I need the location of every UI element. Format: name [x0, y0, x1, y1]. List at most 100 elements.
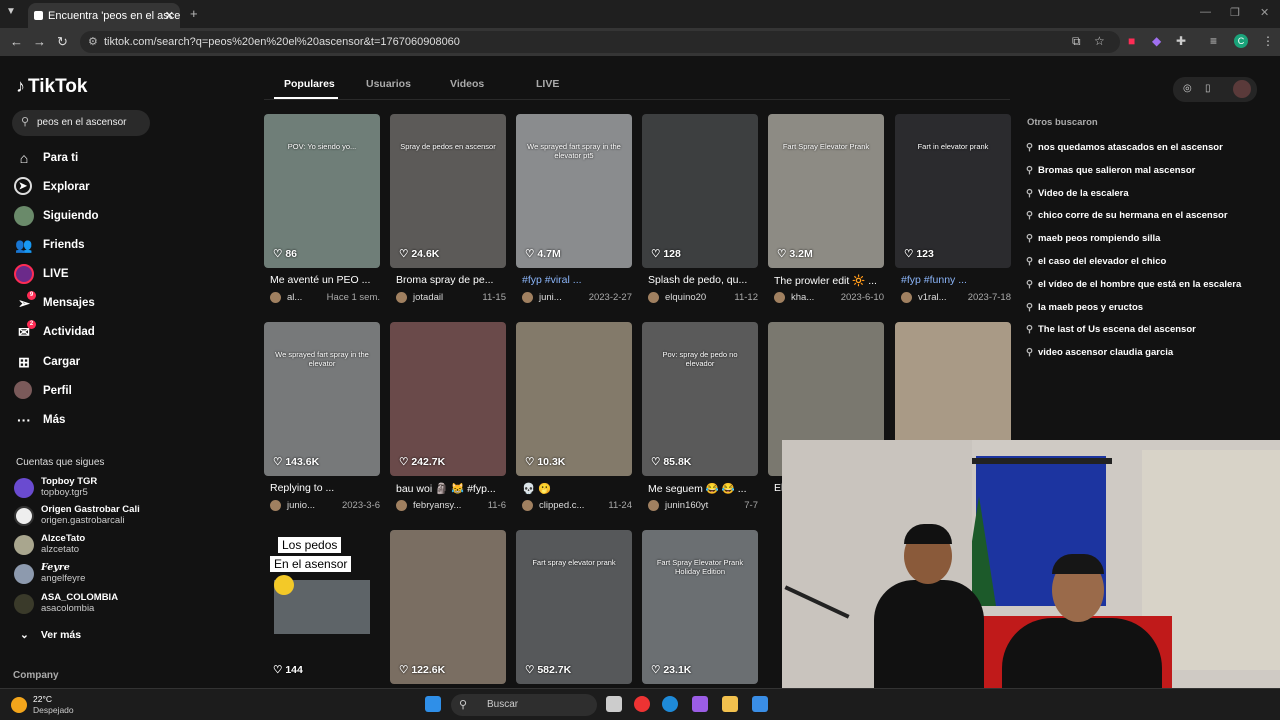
taskbar-search-input[interactable]: ⚲ Buscar	[451, 694, 597, 716]
video-caption[interactable]: #fyp #viral ...	[522, 274, 632, 286]
video-thumbnail[interactable]: ♡ 10.3K	[516, 322, 632, 476]
video-author[interactable]: junin160yt	[665, 500, 708, 511]
nav-item-live[interactable]: LIVE	[14, 264, 154, 286]
related-search-item[interactable]: ⚲ Bromas que salieron mal ascensor	[1026, 165, 1195, 176]
following-account[interactable]: Origen Gastrobar Cali origen.gastrobarcal…	[14, 504, 160, 528]
avatar[interactable]	[648, 500, 659, 511]
nav-item-actividad[interactable]: ✉ 2 Actividad	[14, 320, 154, 344]
video-thumbnail[interactable]: ♡ 242.7K	[390, 322, 506, 476]
video-author[interactable]: clipped.c...	[539, 500, 584, 511]
file-explorer-icon[interactable]	[722, 696, 738, 712]
video-author[interactable]: kha...	[791, 292, 814, 303]
back-icon[interactable]: ←	[10, 34, 23, 49]
minimize-icon[interactable]: —	[1200, 6, 1211, 18]
tab-search-icon[interactable]: ▼	[6, 6, 16, 17]
tab-live[interactable]: LIVE	[536, 78, 559, 90]
edge-taskbar-icon[interactable]	[662, 696, 678, 712]
video-author[interactable]: juni...	[539, 292, 562, 303]
avatar[interactable]	[648, 292, 659, 303]
nav-item-siguiendo[interactable]: Siguiendo	[14, 206, 154, 228]
video-thumbnail[interactable]: Pov: spray de pedo no elevador ♡ 85.8K	[642, 322, 758, 476]
video-thumbnail[interactable]: Spray de pedos en ascensor ♡ 24.6K	[390, 114, 506, 268]
extension-icon[interactable]: ◆	[1152, 34, 1161, 48]
coins-icon[interactable]: ◎	[1183, 83, 1192, 94]
nav-item-para-ti[interactable]: ⌂ Para ti	[14, 148, 154, 170]
video-thumbnail[interactable]: POV: Yo siendo yo... ♡ 86	[264, 114, 380, 268]
close-window-icon[interactable]: ✕	[1260, 6, 1269, 19]
related-search-item[interactable]: ⚲ Video de la escalera	[1026, 188, 1129, 199]
tab-videos[interactable]: Videos	[450, 78, 484, 90]
avatar[interactable]	[396, 292, 407, 303]
video-author[interactable]: al...	[287, 292, 302, 303]
video-author[interactable]: febryansy...	[413, 500, 461, 511]
new-tab-icon[interactable]: +	[190, 6, 198, 21]
video-thumbnail[interactable]: Fart Spray Elevator Prank Holiday Editio…	[642, 530, 758, 684]
avatar[interactable]	[522, 500, 533, 511]
video-author[interactable]: junio...	[287, 500, 315, 511]
browser-tab[interactable]: Encuentra 'peos en el ascensor' ✕	[28, 3, 180, 28]
bookmark-star-icon[interactable]: ☆	[1094, 34, 1105, 48]
related-search-item[interactable]: ⚲ maeb peos rompiendo silla	[1026, 233, 1160, 244]
avatar[interactable]	[270, 292, 281, 303]
video-author[interactable]: elquino20	[665, 292, 706, 303]
avatar[interactable]	[774, 292, 785, 303]
video-caption[interactable]: Broma spray de pe...	[396, 274, 506, 286]
video-thumbnail[interactable]: ♡ 128	[642, 114, 758, 268]
nav-item-explorar[interactable]: ➤ Explorar	[14, 177, 154, 199]
following-account[interactable]: Topboy TGR topboy.tgr5	[14, 476, 160, 500]
chrome-menu-icon[interactable]: ⋮	[1262, 34, 1274, 48]
company-link[interactable]: Company	[13, 670, 59, 681]
profile-avatar[interactable]	[1233, 80, 1251, 98]
address-bar[interactable]: ⚙ tiktok.com/search?q=peos%20en%20el%20a…	[80, 31, 1120, 53]
extension-icon[interactable]: ■	[1128, 34, 1135, 48]
reload-icon[interactable]: ↻	[57, 34, 68, 50]
related-search-item[interactable]: ⚲ chico corre de su hermana en el ascenso…	[1026, 210, 1228, 221]
chrome-profile-avatar[interactable]: C	[1234, 34, 1248, 48]
site-info-icon[interactable]: ⚙	[88, 35, 98, 48]
video-caption[interactable]: Me seguem 😂 😂 ...	[648, 482, 758, 495]
avatar[interactable]	[396, 500, 407, 511]
windows-start-icon[interactable]	[425, 696, 441, 712]
nav-item-mas[interactable]: ··· Más	[14, 410, 154, 432]
install-app-icon[interactable]: ⧉	[1072, 34, 1081, 49]
copilot-taskbar-icon[interactable]	[692, 696, 708, 712]
following-account[interactable]: Feyre angelfeyre	[14, 562, 160, 586]
task-view-icon[interactable]	[606, 696, 622, 712]
video-caption[interactable]: The prowler edit 🔆 ...	[774, 274, 884, 287]
related-search-item[interactable]: ⚲ la maeb peos y eructos	[1026, 302, 1143, 313]
weather-temperature[interactable]: 22°C	[33, 694, 52, 704]
video-author[interactable]: jotadail	[413, 292, 443, 303]
nav-item-mensajes[interactable]: ➢ 9 Mensajes	[14, 291, 154, 315]
related-search-item[interactable]: ⚲ The last of Us escena del ascensor	[1026, 324, 1196, 335]
video-thumbnail[interactable]: Fart spray elevator prank ♡ 582.7K	[516, 530, 632, 684]
video-caption[interactable]: #fyp #funny ...	[901, 274, 1011, 286]
store-taskbar-icon[interactable]	[752, 696, 768, 712]
related-search-item[interactable]: ⚲ el vídeo de el hombre que está en la es…	[1026, 279, 1241, 290]
maximize-icon[interactable]: ❐	[1230, 6, 1240, 19]
extensions-puzzle-icon[interactable]: ✚	[1176, 34, 1186, 48]
avatar[interactable]	[901, 292, 912, 303]
avatar[interactable]	[522, 292, 533, 303]
tab-list-icon[interactable]: ≡	[1210, 34, 1217, 48]
see-more-button[interactable]: ⌄ Ver más	[20, 629, 81, 641]
video-caption[interactable]: Splash de pedo, qu...	[648, 274, 758, 286]
nav-item-cargar[interactable]: ⊞ Cargar	[14, 352, 154, 374]
search-input[interactable]: ⚲ peos en el ascensor	[12, 110, 150, 136]
tab-usuarios[interactable]: Usuarios	[366, 78, 411, 90]
related-search-item[interactable]: ⚲ el caso del elevador el chico	[1026, 256, 1166, 267]
video-author[interactable]: v1ral...	[918, 292, 947, 303]
tab-populares[interactable]: Populares	[284, 78, 335, 90]
video-caption[interactable]: Replying to ...	[270, 482, 380, 494]
chrome-taskbar-icon[interactable]	[634, 696, 650, 712]
tiktok-logo[interactable]: ♪ TikTok	[16, 76, 87, 98]
following-account[interactable]: ASA_COLOMBIA asacolombia	[14, 592, 160, 616]
video-caption[interactable]: bau woi 🗿 😹 #fyp...	[396, 482, 506, 495]
video-caption[interactable]: 💀 🫢	[522, 482, 632, 495]
video-thumbnail[interactable]: We sprayed fart spray in the elevator pt…	[516, 114, 632, 268]
video-caption[interactable]: Me aventé un PEO ...	[270, 274, 380, 286]
video-thumbnail[interactable]: Fart Spray Elevator Prank ♡ 3.2M	[768, 114, 884, 268]
related-search-item[interactable]: ⚲ nos quedamos atascados en el ascensor	[1026, 142, 1223, 153]
nav-item-perfil[interactable]: Perfil	[14, 381, 154, 403]
video-thumbnail[interactable]: Fart in elevator prank ♡ 123	[895, 114, 1011, 268]
video-thumbnail[interactable]: We sprayed fart spray in the elevator ♡ 1…	[264, 322, 380, 476]
